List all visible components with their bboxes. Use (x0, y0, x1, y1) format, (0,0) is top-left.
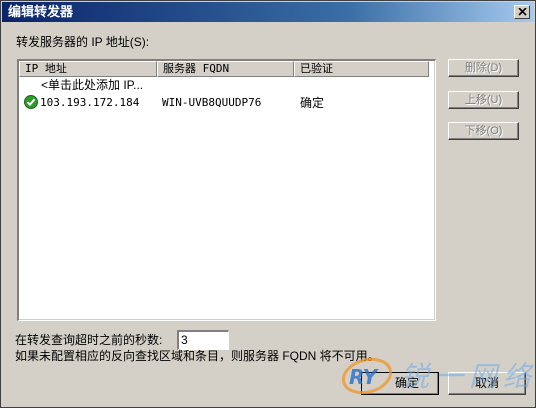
close-button[interactable] (514, 5, 530, 19)
check-icon (24, 95, 38, 109)
row-fqdn: WIN-UVB8QUUDP76 (162, 96, 262, 109)
row-ip: 103.193.172.184 (40, 96, 140, 109)
move-down-button[interactable]: 下移(O) (448, 122, 519, 140)
row-validated: 确定 (300, 96, 325, 110)
ok-button[interactable]: 确定 (361, 372, 439, 395)
close-icon (517, 8, 527, 16)
column-header-fqdn[interactable]: 服务器 FQDN (157, 61, 294, 77)
edit-forwarders-dialog: 编辑转发器 转发服务器的 IP 地址(S): IP 地址 服务器 FQDN 已验… (0, 0, 536, 408)
delete-button[interactable]: 删除(D) (448, 59, 519, 77)
forwarder-list[interactable]: IP 地址 服务器 FQDN 已验证 <单击此处添加 IP... 103.193… (17, 59, 436, 321)
timeout-label: 在转发查询超时之前的秒数: (15, 333, 163, 347)
cancel-button[interactable]: 取消 (448, 372, 526, 395)
add-ip-row[interactable]: <单击此处添加 IP... (41, 78, 143, 92)
column-header-validated[interactable]: 已验证 (294, 61, 429, 77)
timeout-seconds-input[interactable]: 3 (177, 330, 229, 350)
forwarder-ip-label: 转发服务器的 IP 地址(S): (16, 35, 150, 49)
fqdn-note: 如果未配置相应的反向查找区域和条目，则服务器 FQDN 将不可用。 (15, 349, 380, 363)
move-up-button[interactable]: 上移(U) (448, 91, 519, 109)
title-bar: 编辑转发器 (2, 2, 534, 22)
column-header-ip[interactable]: IP 地址 (19, 61, 157, 77)
window-title: 编辑转发器 (8, 4, 74, 19)
